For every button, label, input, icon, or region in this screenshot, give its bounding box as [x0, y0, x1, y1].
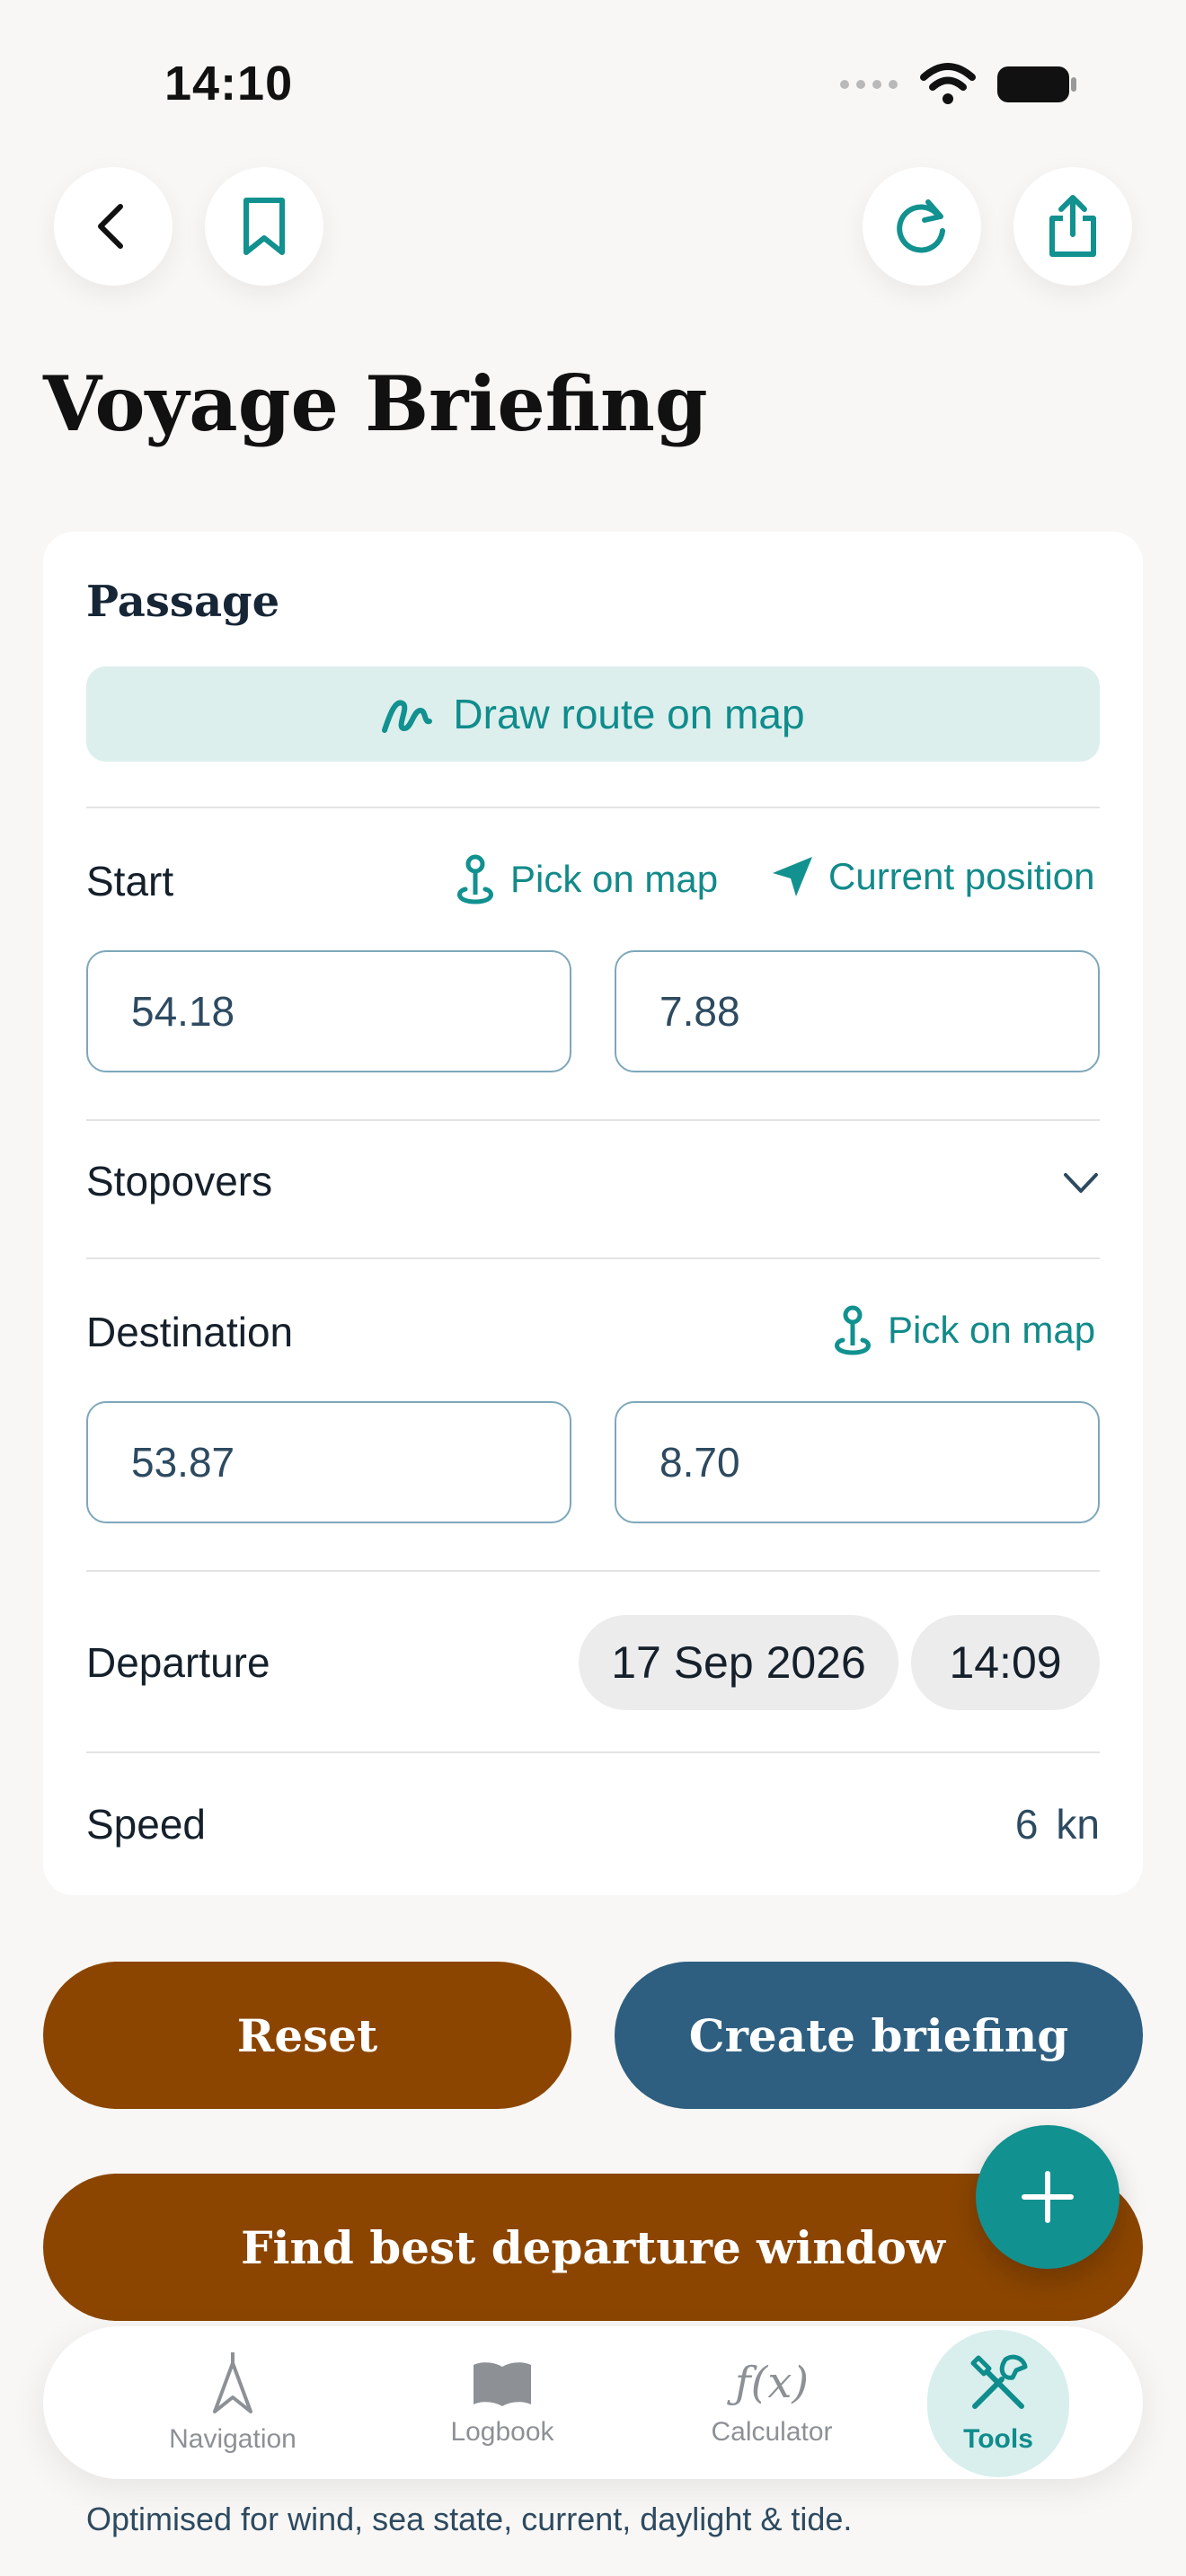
- tab-logbook[interactable]: Logbook: [390, 2326, 615, 2479]
- start-label: Start: [86, 858, 174, 904]
- destination-pick-on-map-label: Pick on map: [888, 1309, 1096, 1351]
- speed-label: Speed: [86, 1801, 207, 1848]
- tab-calculator[interactable]: ƒ(x) Calculator: [659, 2326, 884, 2479]
- tab-logbook-label: Logbook: [450, 2417, 554, 2447]
- departure-label: Departure: [86, 1639, 270, 1686]
- status-icons: [837, 63, 1078, 106]
- divider: [86, 1119, 1100, 1121]
- create-briefing-button[interactable]: Create briefing: [615, 1962, 1143, 2109]
- draw-route-label: Draw route on map: [453, 691, 805, 737]
- map-pin-icon: [457, 854, 493, 904]
- divider: [86, 1257, 1100, 1259]
- passage-title: Passage: [86, 577, 280, 627]
- divider: [86, 1751, 1100, 1753]
- departure-date-picker[interactable]: 17 Sep 2026: [579, 1615, 898, 1710]
- current-position-label: Current position: [828, 855, 1095, 897]
- speed-unit: kn: [1056, 1801, 1100, 1848]
- bookmark-button[interactable]: [205, 167, 323, 286]
- destination-label: Destination: [86, 1309, 294, 1355]
- book-icon: [474, 2362, 531, 2406]
- map-pin-icon: [835, 1305, 871, 1355]
- tab-tools-label: Tools: [963, 2424, 1033, 2454]
- chevron-down-icon: [1064, 1173, 1098, 1193]
- navigation-icon: [213, 2352, 252, 2413]
- current-position-link[interactable]: Current position: [769, 853, 1094, 900]
- divider: [86, 1570, 1100, 1572]
- tab-navigation-label: Navigation: [169, 2424, 296, 2454]
- start-longitude-input[interactable]: 7.88: [615, 950, 1100, 1072]
- departure-time-picker[interactable]: 14:09: [911, 1615, 1100, 1710]
- start-pick-on-map-label: Pick on map: [510, 858, 719, 900]
- draw-route-icon: [382, 700, 433, 733]
- speed-value: 6: [1014, 1801, 1039, 1848]
- passage-card: Passage Draw route on map Start Pick on …: [43, 532, 1143, 1895]
- status-time: 14:10: [164, 57, 294, 110]
- function-icon: ƒ(x): [734, 2358, 810, 2408]
- tab-calculator-label: Calculator: [711, 2417, 833, 2447]
- back-button[interactable]: [54, 167, 173, 286]
- refresh-icon: [897, 199, 945, 253]
- start-pick-on-map-link[interactable]: Pick on map: [453, 853, 718, 905]
- plus-icon: [1022, 2171, 1074, 2223]
- stopovers-label: Stopovers: [86, 1158, 273, 1204]
- wifi-icon: [920, 63, 976, 104]
- chevron-left-icon: [98, 204, 123, 249]
- battery-icon: [997, 66, 1076, 102]
- tab-tools[interactable]: Tools: [886, 2326, 1111, 2479]
- draw-route-button[interactable]: Draw route on map: [86, 666, 1100, 762]
- footer-note: Optimised for wind, sea state, current, …: [86, 2501, 853, 2537]
- tab-navigation[interactable]: Navigation: [120, 2326, 345, 2479]
- signal-icon: [840, 80, 898, 89]
- tab-bar: Navigation Logbook ƒ(x) Calculator Tools: [43, 2326, 1143, 2479]
- share-icon: [1049, 195, 1096, 257]
- destination-longitude-input[interactable]: 8.70: [615, 1401, 1100, 1523]
- stopovers-row[interactable]: Stopovers: [86, 1157, 1100, 1229]
- start-latitude-input[interactable]: 54.18: [86, 950, 571, 1072]
- speed-stepper[interactable]: 6 kn: [1015, 1800, 1100, 1848]
- refresh-button[interactable]: [863, 167, 981, 286]
- divider: [86, 807, 1100, 808]
- share-button[interactable]: [1013, 167, 1132, 286]
- tools-icon: [970, 2354, 1028, 2409]
- reset-button[interactable]: Reset: [43, 1962, 571, 2109]
- destination-pick-on-map-link[interactable]: Pick on map: [830, 1304, 1095, 1356]
- destination-latitude-input[interactable]: 53.87: [86, 1401, 571, 1523]
- bookmark-icon: [243, 198, 285, 255]
- add-button[interactable]: [976, 2125, 1120, 2269]
- location-arrow-icon: [773, 857, 812, 896]
- page-title: Voyage Briefing: [43, 359, 708, 448]
